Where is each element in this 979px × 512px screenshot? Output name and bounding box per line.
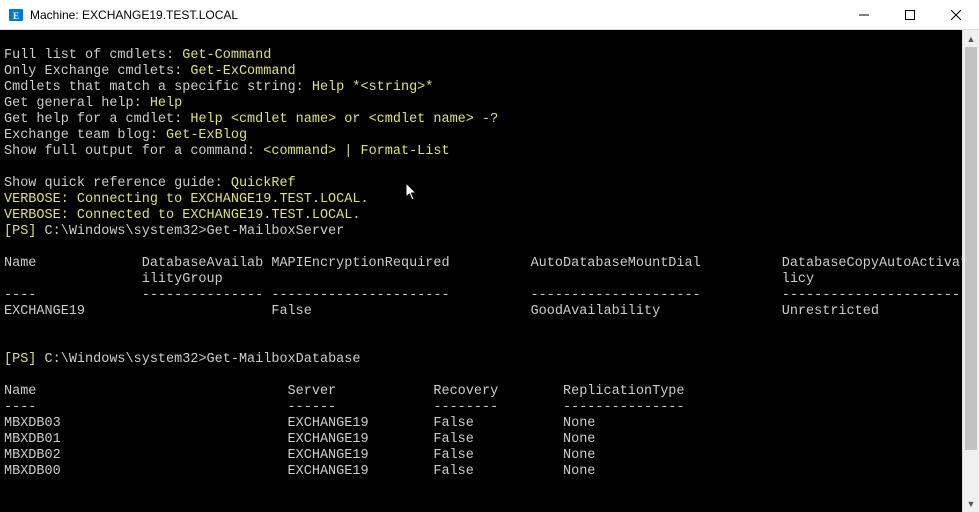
prompt-cmd: Get-MailboxDatabase [207,352,361,367]
prompt-cmd: Get-MailboxServer [207,224,345,239]
help-line: Exchange team blog: [4,128,166,143]
close-button[interactable] [933,0,979,30]
help-cmd: Get-Command [182,48,271,63]
help-cmd: Help *<string>* [312,80,434,95]
help-line: Cmdlets that match a specific string: [4,80,312,95]
prompt-path: C:\Windows\system32> [45,352,207,367]
title-bar: E Machine: EXCHANGE19.TEST.LOCAL [0,0,979,30]
help-cmd: QuickRef [231,176,296,191]
verbose-line: VERBOSE: Connected to EXCHANGE19.TEST.LO… [4,208,360,223]
help-line: Show full output for a command: [4,144,263,159]
help-line: Only Exchange cmdlets: [4,64,190,79]
scroll-up-arrow[interactable]: ▲ [963,30,979,47]
help-cmd: Help [150,96,182,111]
scroll-down-arrow[interactable]: ▼ [963,495,979,512]
help-line: Full list of cmdlets: [4,48,182,63]
svg-text:E: E [13,11,19,21]
maximize-button[interactable] [887,0,933,30]
scrollbar-track[interactable] [963,47,979,495]
help-line: Get help for a cmdlet: [4,112,190,127]
prompt-ps: [PS] [4,224,45,239]
vertical-scrollbar[interactable]: ▲ ▼ [962,30,979,512]
app-icon: E [8,7,24,23]
verbose-line: VERBOSE: Connecting to EXCHANGE19.TEST.L… [4,192,369,207]
help-cmd: Help <cmdlet name> or <cmdlet name> -? [190,112,498,127]
window-title: Machine: EXCHANGE19.TEST.LOCAL [30,8,238,22]
help-cmd: <command> | Format-List [263,144,449,159]
help-line: Get general help: [4,96,150,111]
scrollbar-thumb[interactable] [965,47,977,450]
prompt-path: C:\Windows\system32> [45,224,207,239]
minimize-button[interactable] [841,0,887,30]
help-cmd: Get-ExBlog [166,128,247,143]
terminal-output[interactable]: Full list of cmdlets: Get-Command Only E… [0,30,962,512]
help-line: Show quick reference guide: [4,176,231,191]
prompt-ps: [PS] [4,352,45,367]
help-cmd: Get-ExCommand [190,64,295,79]
